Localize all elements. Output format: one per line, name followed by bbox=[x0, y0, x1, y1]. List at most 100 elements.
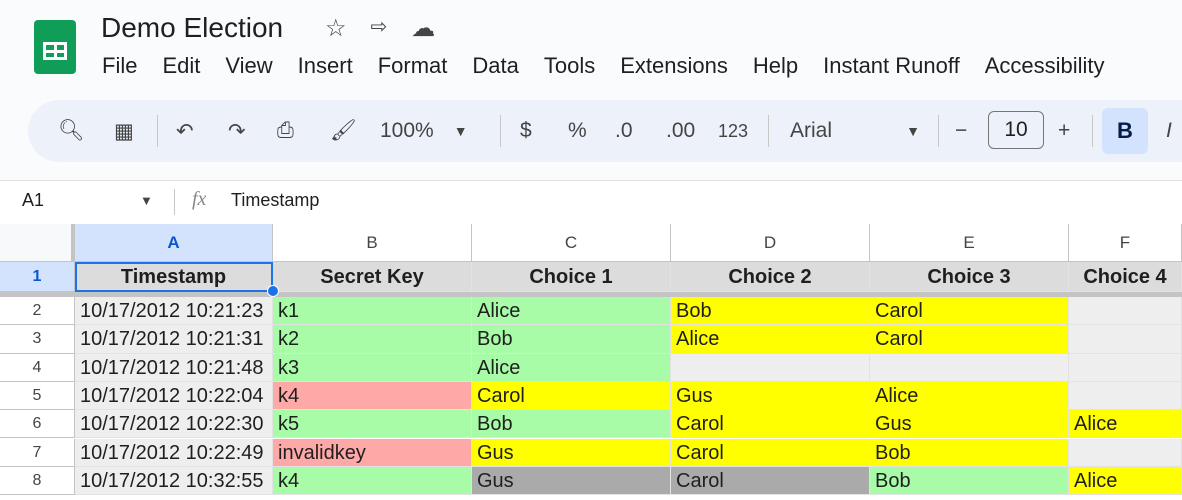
star-icon[interactable]: ☆ bbox=[325, 14, 347, 43]
fill-handle[interactable] bbox=[267, 285, 279, 297]
font-size-decrease-button[interactable]: − bbox=[955, 100, 967, 162]
cell[interactable] bbox=[1069, 353, 1182, 382]
header-cell[interactable]: Choice 1 bbox=[472, 262, 671, 292]
cell[interactable]: invalidkey bbox=[273, 438, 472, 467]
column-header-F[interactable]: F bbox=[1069, 224, 1182, 262]
column-header-C[interactable]: C bbox=[472, 224, 671, 262]
cell[interactable]: 10/17/2012 10:21:31 bbox=[75, 325, 273, 354]
menu-view[interactable]: View bbox=[225, 53, 272, 79]
menu-instant-runoff[interactable]: Instant Runoff bbox=[823, 53, 960, 79]
italic-button[interactable]: I bbox=[1166, 100, 1172, 162]
cell[interactable]: Alice bbox=[671, 325, 870, 354]
move-folder-icon[interactable]: ⇨ bbox=[371, 14, 388, 43]
spreadsheet-grid[interactable]: A B C D E F 1 Timestamp Secret Key Choice 1 Choice… bbox=[0, 222, 1182, 500]
cell[interactable]: k4 bbox=[273, 381, 472, 411]
menu-file[interactable]: File bbox=[102, 53, 137, 79]
column-header-E[interactable]: E bbox=[870, 224, 1069, 262]
cell[interactable]: Bob bbox=[870, 438, 1069, 467]
redo-icon[interactable]: ↷ bbox=[228, 100, 246, 162]
chevron-down-icon[interactable]: ▼ bbox=[140, 193, 153, 208]
header-cell[interactable]: Choice 2 bbox=[671, 262, 870, 292]
currency-button[interactable]: $ bbox=[520, 100, 532, 162]
paint-format-icon[interactable]: 🖌︎ bbox=[330, 100, 357, 162]
header-cell[interactable]: Timestamp bbox=[75, 262, 273, 292]
menu-data[interactable]: Data bbox=[472, 53, 518, 79]
select-all-corner[interactable] bbox=[0, 224, 75, 262]
cell[interactable]: Carol bbox=[671, 438, 870, 467]
menu-insert[interactable]: Insert bbox=[298, 53, 353, 79]
cell[interactable]: Gus bbox=[472, 466, 671, 496]
row-header-3[interactable]: 3 bbox=[0, 325, 75, 354]
row-header-1[interactable]: 1 bbox=[0, 262, 75, 292]
cell[interactable]: k2 bbox=[273, 325, 472, 354]
cell[interactable]: 10/17/2012 10:21:48 bbox=[75, 353, 273, 382]
search-icon[interactable]: 🔍︎ bbox=[58, 100, 85, 162]
cell[interactable]: Bob bbox=[671, 297, 870, 326]
cell[interactable] bbox=[1069, 381, 1182, 411]
cell[interactable]: 10/17/2012 10:22:30 bbox=[75, 410, 273, 439]
cell[interactable]: Bob bbox=[472, 325, 671, 354]
number-format-button[interactable]: 123 bbox=[718, 100, 748, 162]
cell[interactable]: k3 bbox=[273, 353, 472, 382]
cell[interactable]: k5 bbox=[273, 410, 472, 439]
decrease-decimal-button[interactable]: .0 bbox=[615, 100, 633, 162]
cell[interactable] bbox=[1069, 438, 1182, 467]
increase-decimal-button[interactable]: .00 bbox=[666, 100, 695, 162]
cell[interactable]: Bob bbox=[870, 466, 1069, 496]
formula-input[interactable]: Timestamp bbox=[231, 190, 319, 211]
column-header-A[interactable]: A bbox=[75, 224, 273, 262]
cell[interactable]: Alice bbox=[1069, 466, 1182, 496]
cell[interactable] bbox=[870, 353, 1069, 382]
menu-extensions[interactable]: Extensions bbox=[620, 53, 728, 79]
cell[interactable]: Carol bbox=[671, 410, 870, 439]
header-cell[interactable]: Secret Key bbox=[273, 262, 472, 292]
name-box[interactable]: A1 bbox=[22, 190, 44, 211]
font-size-increase-button[interactable]: + bbox=[1058, 100, 1070, 162]
menu-help[interactable]: Help bbox=[753, 53, 798, 79]
cell[interactable]: 10/17/2012 10:22:04 bbox=[75, 381, 273, 411]
cell[interactable]: Alice bbox=[870, 381, 1069, 411]
row-header-2[interactable]: 2 bbox=[0, 297, 75, 326]
cell[interactable]: Alice bbox=[1069, 410, 1182, 439]
font-select[interactable]: Arial ▼ bbox=[790, 100, 920, 162]
cell[interactable] bbox=[671, 353, 870, 382]
menu-tools[interactable]: Tools bbox=[544, 53, 595, 79]
frozen-row-divider[interactable] bbox=[0, 292, 1182, 297]
header-cell[interactable]: Choice 4 bbox=[1069, 262, 1182, 292]
bold-button[interactable]: B bbox=[1102, 108, 1148, 154]
cell[interactable]: Alice bbox=[472, 353, 671, 382]
menus-icon[interactable]: ▦ bbox=[114, 100, 134, 162]
cell[interactable]: Carol bbox=[671, 466, 870, 496]
cloud-saved-icon[interactable]: ☁ bbox=[411, 14, 435, 43]
menu-format[interactable]: Format bbox=[378, 53, 448, 79]
cell[interactable] bbox=[1069, 297, 1182, 326]
row-header-6[interactable]: 6 bbox=[0, 410, 75, 439]
column-header-B[interactable]: B bbox=[273, 224, 472, 262]
undo-icon[interactable]: ↶ bbox=[176, 100, 194, 162]
zoom-select[interactable]: 100% ▼ bbox=[380, 100, 468, 162]
font-size-input[interactable]: 10 bbox=[988, 111, 1044, 149]
header-cell[interactable]: Choice 3 bbox=[870, 262, 1069, 292]
cell[interactable]: k1 bbox=[273, 297, 472, 326]
cell[interactable]: Bob bbox=[472, 410, 671, 439]
menu-accessibility[interactable]: Accessibility bbox=[985, 53, 1105, 79]
row-header-5[interactable]: 5 bbox=[0, 381, 75, 411]
cell[interactable]: 10/17/2012 10:32:55 bbox=[75, 466, 273, 496]
cell[interactable]: Carol bbox=[870, 297, 1069, 326]
row-header-8[interactable]: 8 bbox=[0, 466, 75, 496]
row-header-4[interactable]: 4 bbox=[0, 353, 75, 382]
cell[interactable] bbox=[1069, 325, 1182, 354]
row-header-7[interactable]: 7 bbox=[0, 438, 75, 467]
cell[interactable]: Gus bbox=[671, 381, 870, 411]
cell[interactable]: 10/17/2012 10:22:49 bbox=[75, 438, 273, 467]
document-title[interactable]: Demo Election bbox=[101, 12, 283, 44]
print-icon[interactable]: ⎙ bbox=[277, 100, 294, 162]
sheets-logo[interactable] bbox=[34, 20, 76, 74]
cell[interactable]: k4 bbox=[273, 466, 472, 496]
cell[interactable]: Carol bbox=[472, 381, 671, 411]
percent-button[interactable]: % bbox=[568, 100, 587, 162]
cell[interactable]: Gus bbox=[472, 438, 671, 467]
cell[interactable]: Gus bbox=[870, 410, 1069, 439]
cell[interactable]: 10/17/2012 10:21:23 bbox=[75, 297, 273, 326]
column-header-D[interactable]: D bbox=[671, 224, 870, 262]
